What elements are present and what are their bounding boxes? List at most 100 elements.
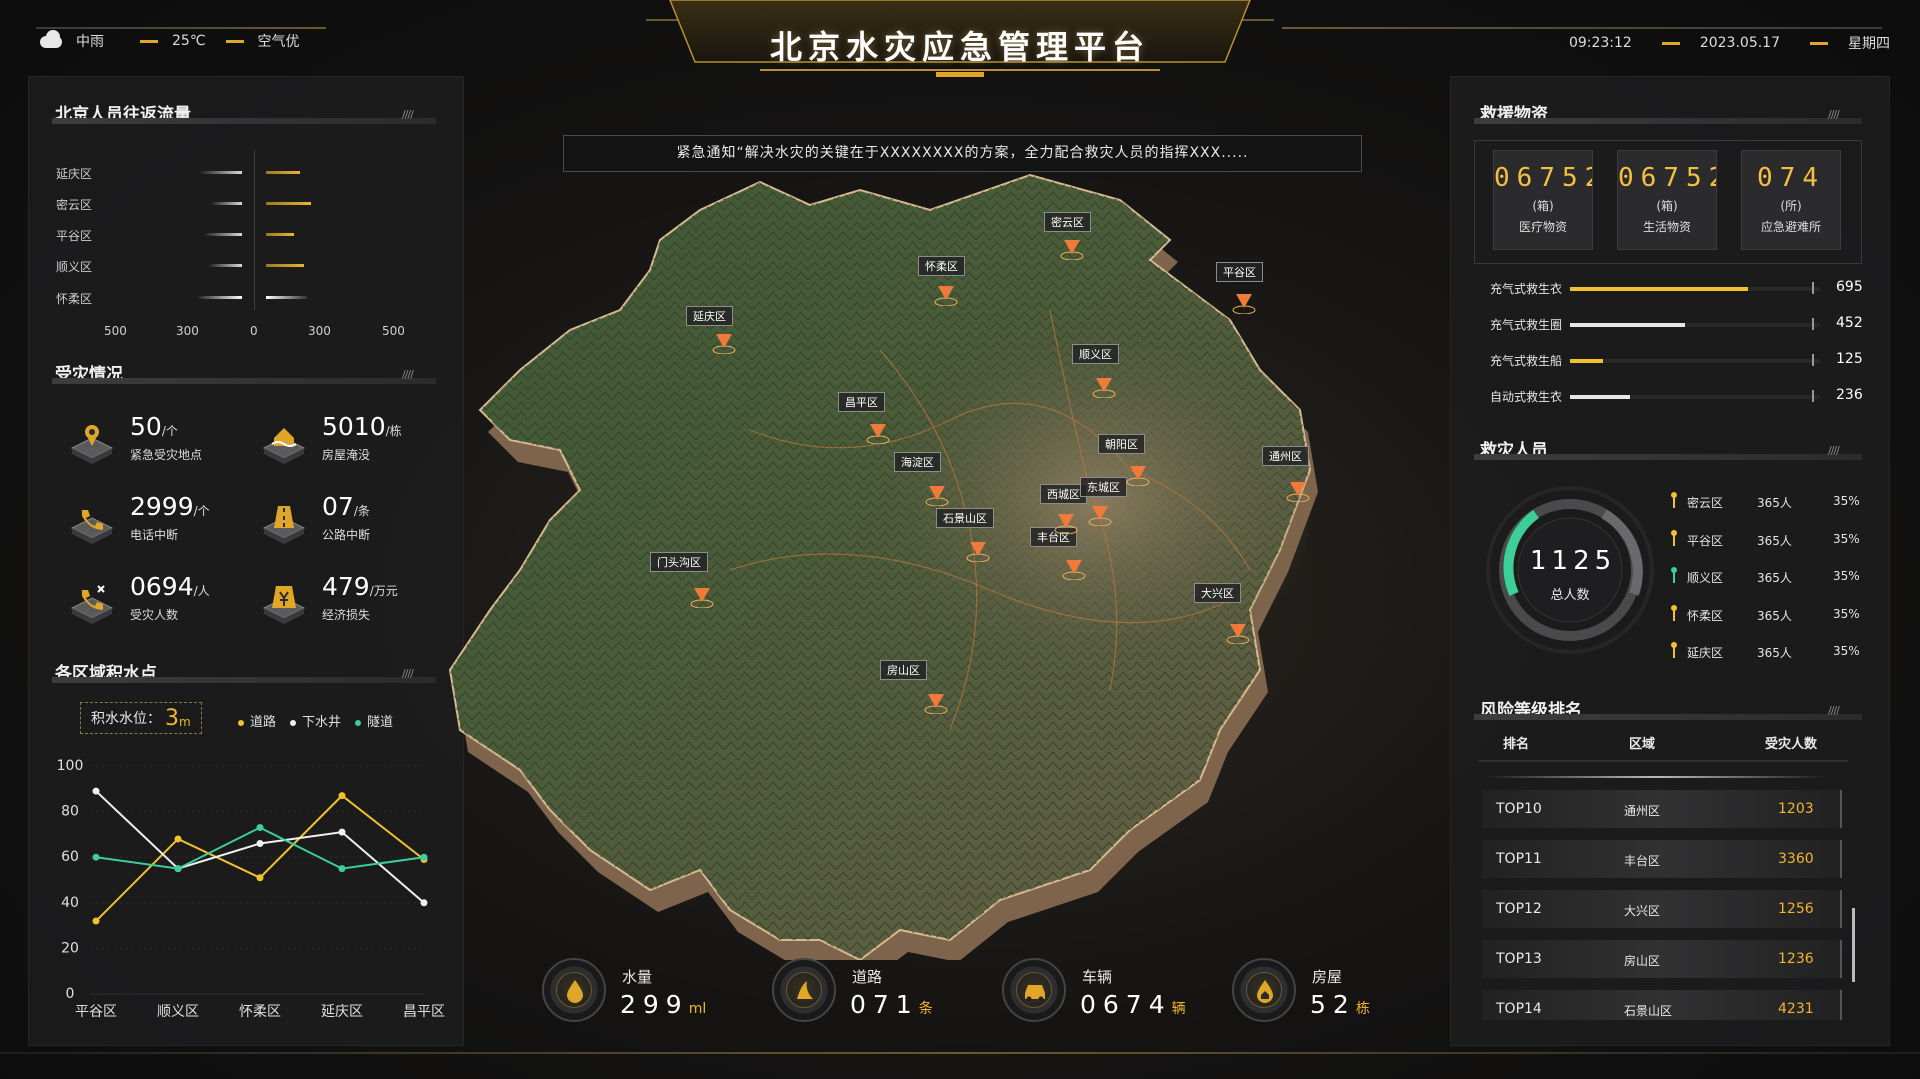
alert-marker-icon[interactable] — [1062, 556, 1086, 580]
clock-time: 09:23:12 — [1568, 35, 1632, 51]
supply-caption: 应急避难所 — [1760, 220, 1821, 234]
section-underline — [52, 118, 436, 124]
datetime-widget: 09:23:12 2023.05.17 星期四 — [1569, 33, 1890, 53]
bottom-stat-vehicle: 车辆 0674辆 — [1002, 958, 1222, 1028]
map-label-tongzhou[interactable]: 通州区 — [1262, 446, 1309, 466]
alert-marker-icon[interactable] — [1286, 478, 1310, 502]
supply-count: 074 — [1757, 163, 1825, 193]
stat-value: 2999/个 — [130, 492, 210, 521]
alert-marker-icon[interactable] — [1060, 236, 1084, 260]
y-tick-label: 20 — [61, 940, 79, 956]
personnel-row: 平谷区 365人 35% — [1671, 530, 1893, 550]
car-icon — [1002, 958, 1066, 1022]
weather-divider — [225, 39, 244, 43]
top-bar: 中雨 25℃ 空气优 北京水灾应急管理平台 09:23:12 2023.05.1… — [0, 0, 1920, 80]
map-label-haidian[interactable]: 海淀区 — [894, 452, 941, 472]
ranking-row[interactable]: TOP11 丰台区 3360 — [1482, 840, 1842, 878]
ranking-scroll-indicator — [1486, 776, 1826, 778]
map-label-fangshan[interactable]: 房山区 — [880, 660, 927, 680]
legend-item-tunnel[interactable]: 隧道 — [355, 711, 393, 730]
map-label-shijingshan[interactable]: 石景山区 — [936, 508, 994, 528]
ranking-row[interactable]: TOP10 通州区 1203 — [1482, 790, 1842, 828]
stat-value: 479/万元 — [322, 572, 398, 601]
alert-marker-icon[interactable] — [866, 420, 890, 444]
personnel-row: 怀柔区 365人 35% — [1671, 605, 1893, 625]
temperature-text: 25℃ — [172, 33, 206, 49]
section-underline — [1474, 118, 1862, 124]
map-label-huairou[interactable]: 怀柔区 — [918, 256, 965, 276]
x-tick-label: 怀柔区 — [239, 1004, 281, 1020]
personnel-row: 顺义区 365人 35% — [1671, 567, 1893, 587]
alert-marker-icon[interactable] — [924, 690, 948, 714]
flow-row-label: 顺义区 — [56, 260, 93, 274]
y-tick-label: 60 — [61, 849, 79, 865]
water-level-indicator: 积水水位： 3 m — [80, 702, 202, 734]
section-underline — [1474, 454, 1862, 460]
alert-marker-icon[interactable] — [690, 584, 714, 608]
flooded-house-icon — [262, 428, 306, 464]
alert-marker-icon[interactable] — [1054, 510, 1078, 534]
ranking-table-header: 排名 区域 受灾人数 — [1475, 733, 1855, 753]
alert-marker-icon[interactable] — [712, 330, 736, 354]
column-header-area: 区域 — [1629, 737, 1656, 752]
y-tick-label: 100 — [57, 758, 84, 774]
supply-living: 06752 (箱) 生活物资 — [1617, 150, 1717, 250]
stat-caption: 房屋淹没 — [322, 448, 371, 462]
alert-marker-icon[interactable] — [1126, 462, 1150, 486]
map-label-shunyi[interactable]: 顺义区 — [1072, 344, 1119, 364]
legend-item-road[interactable]: 道路 — [238, 711, 276, 730]
map-label-dongcheng[interactable]: 东城区 — [1080, 477, 1127, 497]
data-point — [92, 853, 100, 861]
road-icon — [262, 506, 306, 544]
data-point — [256, 874, 264, 882]
waterlog-line-chart: 0 20 40 60 80 100 平谷区 顺义区 怀柔区 延庆区 昌平区 — [57, 758, 445, 1020]
alert-marker-icon[interactable] — [1092, 374, 1116, 398]
bottom-stat-value: 071条 — [850, 990, 933, 1019]
alert-marker-icon[interactable] — [1088, 502, 1112, 526]
flow-row-label: 密云区 — [56, 198, 93, 212]
ranking-row[interactable]: TOP13 房山区 1236 — [1482, 940, 1842, 978]
flow-bar-outbound — [211, 202, 242, 205]
emergency-notice-banner[interactable]: 紧急通知“解决水灾的关键在于XXXXXXXX的方案，全力配合救灾人员的指挥XXX… — [563, 135, 1362, 172]
alert-marker-icon[interactable] — [1232, 290, 1256, 314]
supply-progress-tick — [1812, 318, 1814, 330]
map-label-changping[interactable]: 昌平区 — [838, 392, 885, 412]
map-label-chaoyang[interactable]: 朝阳区 — [1098, 434, 1145, 454]
alert-marker-icon[interactable] — [1226, 620, 1250, 644]
supply-item-value: 236 — [1836, 387, 1863, 403]
flow-bar-outbound — [197, 296, 242, 299]
alert-marker-icon[interactable] — [925, 482, 949, 506]
map-label-yanqing[interactable]: 延庆区 — [686, 306, 733, 326]
flow-bar-inbound — [266, 233, 294, 236]
ranking-row[interactable]: TOP12 大兴区 1256 — [1482, 890, 1842, 928]
map-label-daxing[interactable]: 大兴区 — [1194, 583, 1241, 603]
flow-row-label: 延庆区 — [56, 167, 93, 181]
row-marker — [1671, 605, 1677, 621]
legend-item-manhole[interactable]: 下水井 — [290, 711, 341, 730]
ranking-scrollbar[interactable] — [1852, 908, 1855, 982]
map-label-pinggu[interactable]: 平谷区 — [1216, 262, 1263, 282]
phone-alert-icon — [70, 585, 114, 624]
series-line — [95, 826, 425, 870]
section-decoration: //// — [1828, 704, 1840, 717]
map-label-mentougou[interactable]: 门头沟区 — [650, 552, 708, 572]
ranking-row[interactable]: TOP14 石景山区 4231 — [1482, 990, 1842, 1020]
supply-item-value: 125 — [1836, 351, 1863, 367]
stat-value: 07/条 — [322, 492, 370, 521]
section-decoration: //// — [1828, 444, 1840, 457]
supply-progress-track — [1570, 287, 1820, 291]
supply-item-label: 充气式救生衣 — [1490, 282, 1563, 296]
supply-medical: 06752 (箱) 医疗物资 — [1493, 150, 1593, 250]
alert-marker-icon[interactable] — [966, 538, 990, 562]
supply-progress-fill — [1570, 287, 1748, 291]
map-label-miyun[interactable]: 密云区 — [1044, 212, 1091, 232]
supply-progress-track — [1570, 395, 1820, 399]
alert-marker-icon[interactable] — [934, 282, 958, 306]
bottom-stat-value: 52栋 — [1310, 990, 1370, 1019]
weather-divider — [140, 39, 158, 43]
date-text: 2023.05.17 — [1699, 35, 1780, 51]
weather-text: 中雨 — [76, 34, 104, 50]
row-marker — [1671, 642, 1677, 658]
bottom-stat-house: 房屋 52栋 — [1232, 958, 1452, 1028]
data-point — [420, 853, 428, 861]
